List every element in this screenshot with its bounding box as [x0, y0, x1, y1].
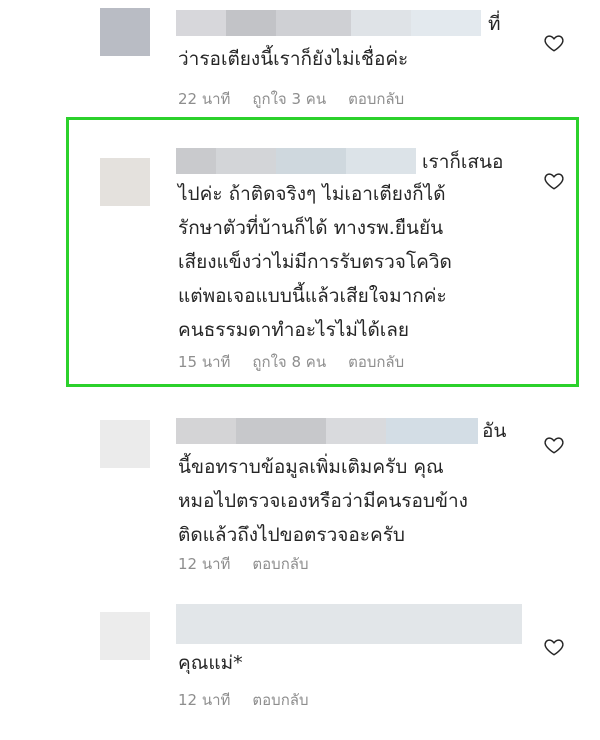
- heart-outline-icon[interactable]: [543, 636, 565, 658]
- comment-text-start: เราก็เสนอ: [422, 151, 504, 173]
- timestamp: 15 นาที: [178, 353, 231, 371]
- heart-outline-icon[interactable]: [543, 170, 565, 192]
- reply-button[interactable]: ตอบกลับ: [348, 350, 404, 374]
- comment-text-start: ที่: [488, 13, 501, 35]
- avatar[interactable]: [100, 420, 150, 468]
- comment-text: ไปค่ะ ถ้าติดจริงๆ ไม่เอาเตียงก็ได้ รักษา…: [178, 183, 452, 341]
- timestamp: 12 นาที: [178, 691, 231, 709]
- username-redacted[interactable]: [176, 418, 478, 444]
- comment-text: คุณแม่*: [178, 652, 243, 674]
- username-redacted[interactable]: [176, 10, 481, 36]
- username-redacted[interactable]: [176, 604, 522, 644]
- heart-outline-icon[interactable]: [543, 434, 565, 456]
- timestamp: 12 นาที: [178, 555, 231, 573]
- comment-meta: 12 นาที ตอบกลับ: [178, 688, 309, 712]
- avatar[interactable]: [100, 612, 150, 660]
- likes-count[interactable]: ถูกใจ 3 คน: [252, 87, 326, 111]
- comment-text: นี้ขอทราบข้อมูลเพิ่มเติมครับ คุณ หมอไปตร…: [178, 456, 468, 546]
- comment-meta: 15 นาที ถูกใจ 8 คน ตอบกลับ: [178, 350, 404, 374]
- reply-button[interactable]: ตอบกลับ: [348, 87, 404, 111]
- comment-meta: 12 นาที ตอบกลับ: [178, 552, 309, 576]
- likes-count[interactable]: ถูกใจ 8 คน: [252, 350, 326, 374]
- timestamp: 22 นาที: [178, 90, 231, 108]
- avatar[interactable]: [100, 158, 150, 206]
- comment-text: ว่ารอเตียงนี้เราก็ยังไม่เชื่อค่ะ: [178, 48, 409, 70]
- comment-text-start: อัน: [482, 420, 507, 442]
- heart-outline-icon[interactable]: [543, 32, 565, 54]
- comment-meta: 22 นาที ถูกใจ 3 คน ตอบกลับ: [178, 87, 404, 111]
- avatar[interactable]: [100, 8, 150, 56]
- username-redacted[interactable]: [176, 148, 416, 174]
- reply-button[interactable]: ตอบกลับ: [252, 688, 308, 712]
- reply-button[interactable]: ตอบกลับ: [252, 552, 308, 576]
